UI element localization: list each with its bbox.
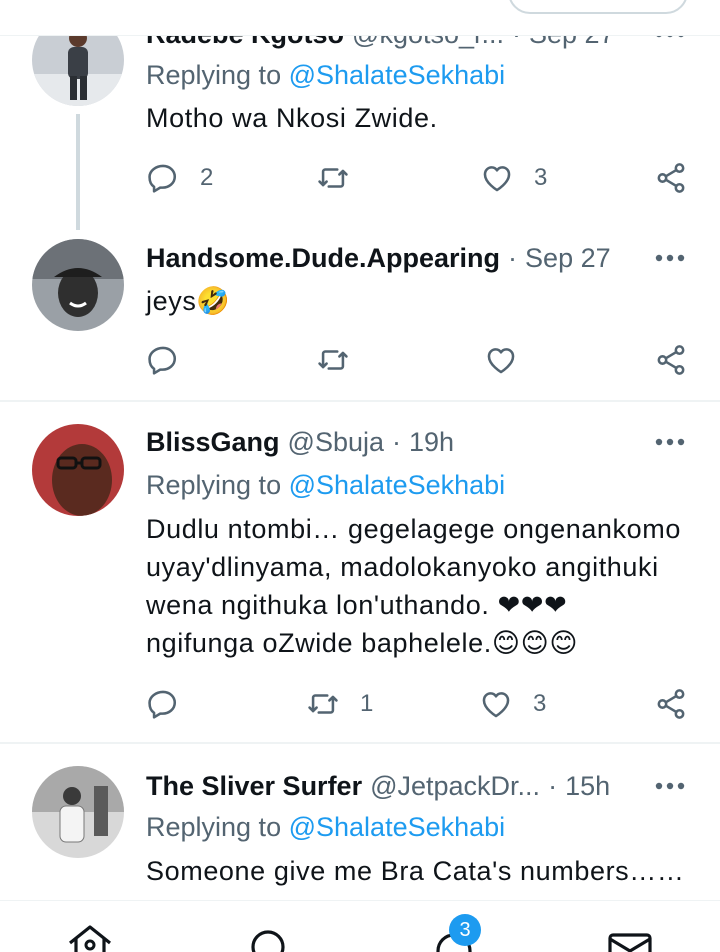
user-handle[interactable]: @Sbuja [288,427,384,458]
more-options-icon[interactable] [650,768,690,804]
tweet-header: Handsome.Dude.Appearing · Sep 27 [146,238,690,278]
replying-to-label: Replying to [146,812,282,842]
reply-count: 2 [200,164,214,191]
more-options-icon[interactable] [650,240,690,276]
mention-link[interactable]: @ShalateSekhabi [289,60,506,90]
bottom-navigation [0,900,720,952]
mention-link[interactable]: @ShalateSekhabi [289,812,506,842]
share-button[interactable] [654,340,688,380]
nav-home[interactable] [66,923,114,952]
user-handle[interactable]: @JetpackDr... [370,771,540,802]
like-count: 3 [533,690,547,717]
like-button[interactable]: 3 [480,158,547,198]
nav-messages[interactable] [606,923,654,952]
share-button[interactable] [654,158,688,198]
reply-button[interactable] [146,340,180,380]
timestamp[interactable]: 15h [565,771,610,802]
tweet-text: Someone give me Bra Cata's numbers…… [146,856,685,886]
like-button[interactable] [484,340,518,380]
separator-dot: · [392,426,402,457]
tweet-text-line: wena ngithuka lon'uthando. ❤❤❤ [146,590,568,620]
tweet-actions: 1 3 [146,684,694,724]
tweet-text: Dudlu ntombi… gegelagege ongenankomo uya… [146,510,690,662]
display-name[interactable]: The Sliver Surfer [146,771,362,802]
avatar[interactable] [32,424,124,516]
retweet-button[interactable] [316,340,350,380]
replying-to: Replying to @ShalateSekhabi [146,60,505,91]
display-name[interactable]: BlissGang [146,427,280,458]
reply-button[interactable] [146,684,180,724]
share-icon [657,345,685,375]
messages-icon [608,933,652,952]
tweet-text-line: ngifunga oZwide baphelele.😊😊😊 [146,628,579,658]
tweet-text: Motho wa Nkosi Zwide. [146,103,438,133]
heart-icon [482,692,510,718]
tweet-text: jeys🤣 [146,286,231,316]
tweet-text-line: uyay'dlinyama, madolokanyoko angithuki [146,552,659,582]
replying-to: Replying to @ShalateSekhabi [146,470,505,501]
share-icon [657,689,685,719]
search-icon [251,930,285,952]
separator-dot: · [548,770,558,801]
retweet-button[interactable] [316,158,370,198]
like-button[interactable]: 3 [479,684,546,724]
tweet-2[interactable]: Handsome.Dude.Appearing · Sep 27 jeys🤣 [0,232,720,400]
tweet-actions: 2 3 [146,158,694,198]
share-button[interactable] [654,684,688,724]
home-icon [69,925,111,952]
retweet-count: 1 [360,690,374,717]
reply-icon [148,690,177,719]
reply-button[interactable]: 2 [146,158,213,198]
like-count: 3 [534,164,548,191]
notifications-badge: 3 [449,914,481,946]
nav-search[interactable] [246,923,294,952]
replying-to-label: Replying to [146,470,282,500]
thread-line [76,114,80,230]
share-icon [657,163,685,193]
tweet-header: The Sliver Surfer @JetpackDr... · 15h [146,766,690,806]
more-options-icon[interactable] [650,424,690,460]
avatar[interactable] [32,239,124,331]
tweet-text-line: Dudlu ntombi… gegelagege ongenankomo [146,514,681,544]
reply-icon [148,346,177,375]
retweet-icon [308,694,338,714]
replying-to: Replying to @ShalateSekhabi [146,812,505,843]
top-bar [0,0,720,36]
retweet-icon [318,350,348,370]
follow-button[interactable] [508,0,688,14]
timestamp[interactable]: Sep 27 [525,243,611,274]
tweet-actions [146,340,694,380]
avatar[interactable] [32,766,124,858]
heart-icon [483,166,511,192]
tweet-header: BlissGang @Sbuja · 19h [146,422,690,462]
mention-link[interactable]: @ShalateSekhabi [289,470,506,500]
replying-to-label: Replying to [146,60,282,90]
separator-dot: · [508,242,518,273]
heart-icon [487,348,515,374]
tweet-4[interactable]: The Sliver Surfer @JetpackDr... · 15h Re… [0,744,720,900]
tweet-3[interactable]: BlissGang @Sbuja · 19h Replying to @Shal… [0,402,720,742]
reply-icon [148,164,177,193]
display-name[interactable]: Handsome.Dude.Appearing [146,243,500,274]
retweet-button[interactable]: 1 [306,684,373,724]
timestamp[interactable]: 19h [409,427,454,458]
retweet-icon [318,168,348,188]
